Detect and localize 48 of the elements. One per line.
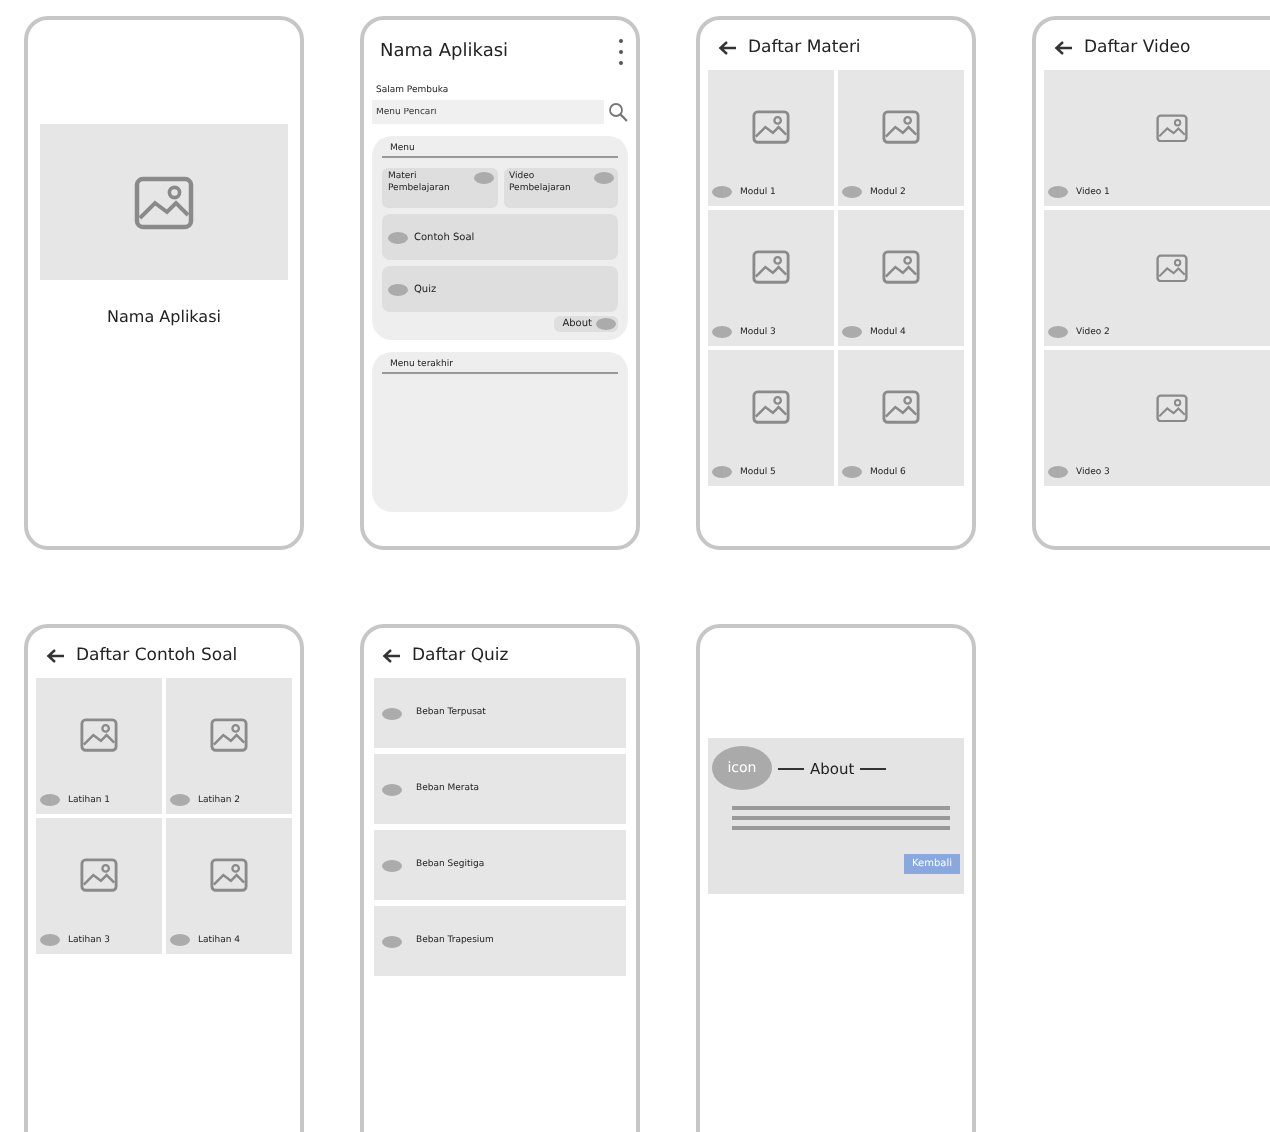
screen-title: Daftar Quiz (412, 646, 509, 666)
back-arrow-icon[interactable] (1054, 40, 1074, 56)
oval-icon (712, 186, 732, 198)
oval-icon (40, 794, 60, 806)
image-icon (210, 858, 248, 894)
image-icon (752, 110, 790, 146)
oval-icon (388, 231, 408, 243)
oval-icon (712, 326, 732, 338)
more-menu-icon[interactable] (618, 38, 624, 66)
oval-icon (594, 172, 614, 184)
image-icon (882, 110, 920, 146)
image-icon (1156, 253, 1188, 283)
image-icon (80, 858, 118, 894)
screen-title: Daftar Materi (748, 38, 861, 58)
image-icon (1156, 113, 1188, 143)
oval-icon (382, 707, 402, 719)
screen-title: Daftar Contoh Soal (76, 646, 238, 666)
oval-icon (596, 318, 616, 330)
image-icon (80, 718, 118, 754)
oval-icon (382, 859, 402, 871)
screen-title: Daftar Video (1084, 38, 1191, 58)
image-icon (882, 390, 920, 426)
image-icon (1156, 393, 1188, 423)
search-icon[interactable] (608, 102, 628, 122)
image-icon (752, 250, 790, 286)
oval-icon (473, 172, 493, 184)
oval-icon (382, 783, 402, 795)
app-title: Nama Aplikasi (380, 42, 509, 62)
oval-icon (40, 934, 60, 946)
oval-icon (1048, 326, 1068, 338)
image-icon (134, 175, 194, 229)
oval-icon (842, 186, 862, 198)
oval-icon (712, 466, 732, 478)
image-icon (752, 390, 790, 426)
back-arrow-icon[interactable] (718, 40, 738, 56)
oval-icon (170, 794, 190, 806)
oval-icon (842, 326, 862, 338)
oval-icon (382, 935, 402, 947)
image-icon (882, 250, 920, 286)
oval-icon (1048, 466, 1068, 478)
app-name: Nama Aplikasi (105, 308, 223, 326)
oval-icon (388, 283, 408, 295)
back-arrow-icon[interactable] (382, 648, 402, 664)
back-arrow-icon[interactable] (46, 648, 66, 664)
oval-icon (170, 934, 190, 946)
oval-icon (1048, 186, 1068, 198)
oval-icon (842, 466, 862, 478)
image-icon (210, 718, 248, 754)
